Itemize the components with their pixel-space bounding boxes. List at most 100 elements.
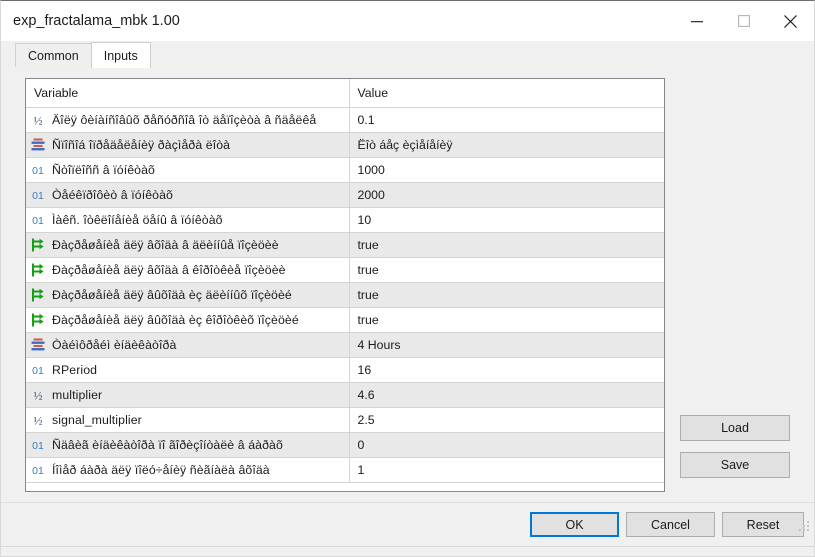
cell-variable[interactable]: Ðàçðåøåíèå äëÿ âõîäà â äëèííûå ïîçèöèè: [26, 232, 350, 258]
double-icon: ½: [30, 387, 46, 403]
cell-variable[interactable]: Ñïîñîá îïðåäåëåíèÿ ðàçìåðà ëîòà: [26, 132, 350, 158]
bool-icon: [30, 312, 46, 328]
cell-value[interactable]: 4 Hours: [349, 332, 664, 358]
table-row[interactable]: Ðàçðåøåíèå äëÿ âõîäà â äëèííûå ïîçèöèè tr…: [26, 232, 664, 258]
cell-variable[interactable]: Ðàçðåøåíèå äëÿ âûõîäà èç äëèííûõ ïîçèöèé: [26, 282, 350, 308]
table-row[interactable]: Òàéìôðåéì èíäèêàòîðà 4 Hours: [26, 332, 664, 358]
table-row[interactable]: Ñïîñîá îïðåäåëåíèÿ ðàçìåðà ëîòà Ëîò áåç è…: [26, 132, 664, 158]
double-icon: ½: [30, 412, 46, 428]
minimize-button[interactable]: [673, 1, 720, 41]
svg-text:01: 01: [32, 215, 44, 227]
table-row[interactable]: Ðàçðåøåíèå äëÿ âûõîäà èç êîðîòêèõ ïîçèöè…: [26, 307, 664, 333]
cell-value[interactable]: 2.5: [349, 407, 664, 433]
value-label: 16: [357, 362, 372, 377]
value-label: 0.1: [357, 112, 375, 127]
cell-variable[interactable]: 01 Íîìåð áàðà äëÿ ïîëó÷åíèÿ ñèãíàëà âõîäà: [26, 457, 350, 483]
cell-variable[interactable]: Ðàçðåøåíèå äëÿ âûõîäà èç êîðîòêèõ ïîçèöè…: [26, 307, 350, 333]
table-row[interactable]: Ðàçðåøåíèå äëÿ âûõîäà èç äëèííûõ ïîçèöèé…: [26, 282, 664, 308]
maximize-button[interactable]: [720, 1, 767, 41]
tab-common[interactable]: Common: [15, 43, 92, 67]
cell-value[interactable]: true: [349, 257, 664, 283]
variable-label: Ìàêñ. îòêëîíåíèå öåíû â ïóíêòàõ: [52, 212, 223, 227]
integer-icon: 01: [30, 187, 46, 203]
table-row[interactable]: 01 RPeriod 16: [26, 357, 664, 383]
cell-value[interactable]: 2000: [349, 182, 664, 208]
variable-label: Ðàçðåøåíèå äëÿ âõîäà â êîðîòêèå ïîçèöèè: [52, 262, 286, 277]
table-row[interactable]: 01 Ìàêñ. îòêëîíåíèå öåíû â ïóíêòàõ 10: [26, 207, 664, 233]
grid-header-row: Variable Value: [26, 79, 664, 108]
tab-panel-inputs: Variable Value ½ Äîëÿ ôèíàíñîâûõ ðåñóðñîâ…: [1, 67, 814, 502]
table-row[interactable]: 01 Ñäâèã èíäèêàòîðà ïî ãîðèçîíòàëè â áàðà…: [26, 432, 664, 458]
cell-variable[interactable]: 01 Ñòîïëîññ â ïóíêòàõ: [26, 157, 350, 183]
variable-label: Òåéêïðîôèò â ïóíêòàõ: [52, 187, 173, 202]
cell-value[interactable]: 1000: [349, 157, 664, 183]
cell-variable[interactable]: 01 Òåéêïðîôèò â ïóíêòàõ: [26, 182, 350, 208]
table-row[interactable]: ½ signal_multiplier 2.5: [26, 407, 664, 433]
cell-value[interactable]: true: [349, 232, 664, 258]
svg-text:½: ½: [34, 113, 43, 127]
cell-variable[interactable]: Ðàçðåøåíèå äëÿ âõîäà â êîðîòêèå ïîçèöèè: [26, 257, 350, 283]
cell-variable[interactable]: Òàéìôðåéì èíäèêàòîðà: [26, 332, 350, 358]
close-icon: [784, 14, 797, 28]
inputs-grid[interactable]: Variable Value ½ Äîëÿ ôèíàíñîâûõ ðåñóðñîâ…: [25, 78, 665, 492]
double-icon: ½: [30, 112, 46, 128]
cell-value[interactable]: 1: [349, 457, 664, 483]
cell-variable[interactable]: 01 Ìàêñ. îòêëîíåíèå öåíû â ïóíêòàõ: [26, 207, 350, 233]
ok-button[interactable]: OK: [530, 512, 619, 537]
variable-label: signal_multiplier: [52, 412, 142, 427]
close-button[interactable]: [767, 1, 814, 41]
resize-grip-icon[interactable]: [799, 520, 811, 532]
title-bar: exp_fractalama_mbk 1.00: [1, 1, 814, 41]
cancel-button[interactable]: Cancel: [626, 512, 715, 537]
status-bar: [1, 546, 814, 556]
table-row[interactable]: ½ multiplier 4.6: [26, 382, 664, 408]
load-button[interactable]: Load: [680, 415, 790, 441]
variable-label: Ðàçðåøåíèå äëÿ âõîäà â äëèííûå ïîçèöèè: [52, 237, 279, 252]
cell-variable[interactable]: ½ signal_multiplier: [26, 407, 350, 433]
value-label: 2000: [357, 187, 385, 202]
table-row[interactable]: ½ Äîëÿ ôèíàíñîâûõ ðåñóðñîâ îò äåïîçèòà â …: [26, 107, 664, 133]
cell-value[interactable]: 10: [349, 207, 664, 233]
cell-value[interactable]: true: [349, 282, 664, 308]
value-label: 4 Hours: [357, 337, 401, 352]
variable-label: Ðàçðåøåíèå äëÿ âûõîäà èç äëèííûõ ïîçèöèé: [52, 287, 292, 302]
cell-variable[interactable]: ½ Äîëÿ ôèíàíñîâûõ ðåñóðñîâ îò äåïîçèòà â …: [26, 107, 350, 133]
value-label: 10: [357, 212, 372, 227]
cell-value[interactable]: 4.6: [349, 382, 664, 408]
svg-text:01: 01: [32, 190, 44, 202]
reset-button[interactable]: Reset: [722, 512, 804, 537]
save-button[interactable]: Save: [680, 452, 790, 478]
tab-inputs[interactable]: Inputs: [90, 42, 151, 68]
enum-icon: [30, 137, 46, 153]
cell-value[interactable]: 16: [349, 357, 664, 383]
value-label: true: [357, 237, 379, 252]
svg-text:01: 01: [32, 440, 44, 452]
integer-icon: 01: [30, 462, 46, 478]
variable-label: multiplier: [52, 387, 103, 402]
column-header-variable[interactable]: Variable: [26, 79, 350, 108]
table-row[interactable]: 01 Íîìåð áàðà äëÿ ïîëó÷åíèÿ ñèãíàëà âõîäà…: [26, 457, 664, 483]
grid-body: ½ Äîëÿ ôèíàíñîâûõ ðåñóðñîâ îò äåïîçèòà â …: [26, 107, 664, 483]
variable-label: Ñäâèã èíäèêàòîðà ïî ãîðèçîíòàëè â áàðàõ: [52, 437, 283, 452]
cell-variable[interactable]: ½ multiplier: [26, 382, 350, 408]
value-label: true: [357, 312, 379, 327]
cell-value[interactable]: Ëîò áåç èçìåíåíèÿ: [349, 132, 664, 158]
table-row[interactable]: 01 Òåéêïðîôèò â ïóíêòàõ 2000: [26, 182, 664, 208]
value-label: 1000: [357, 162, 385, 177]
column-header-value[interactable]: Value: [349, 79, 664, 108]
table-row[interactable]: Ðàçðåøåíèå äëÿ âõîäà â êîðîòêèå ïîçèöèè t…: [26, 257, 664, 283]
variable-label: Òàéìôðåéì èíäèêàòîðà: [52, 337, 177, 352]
table-row[interactable]: 01 Ñòîïëîññ â ïóíêòàõ 1000: [26, 157, 664, 183]
value-label: 0: [357, 437, 365, 452]
cell-value[interactable]: true: [349, 307, 664, 333]
tab-strip: Common Inputs: [1, 41, 814, 68]
cell-variable[interactable]: 01 RPeriod: [26, 357, 350, 383]
svg-text:01: 01: [32, 165, 44, 177]
svg-text:01: 01: [32, 365, 44, 377]
value-label: 4.6: [357, 387, 375, 402]
cell-value[interactable]: 0.1: [349, 107, 664, 133]
integer-icon: 01: [30, 437, 46, 453]
variable-label: Íîìåð áàðà äëÿ ïîëó÷åíèÿ ñèãíàëà âõîäà: [52, 462, 270, 477]
cell-value[interactable]: 0: [349, 432, 664, 458]
cell-variable[interactable]: 01 Ñäâèã èíäèêàòîðà ïî ãîðèçîíòàëè â áàðà…: [26, 432, 350, 458]
